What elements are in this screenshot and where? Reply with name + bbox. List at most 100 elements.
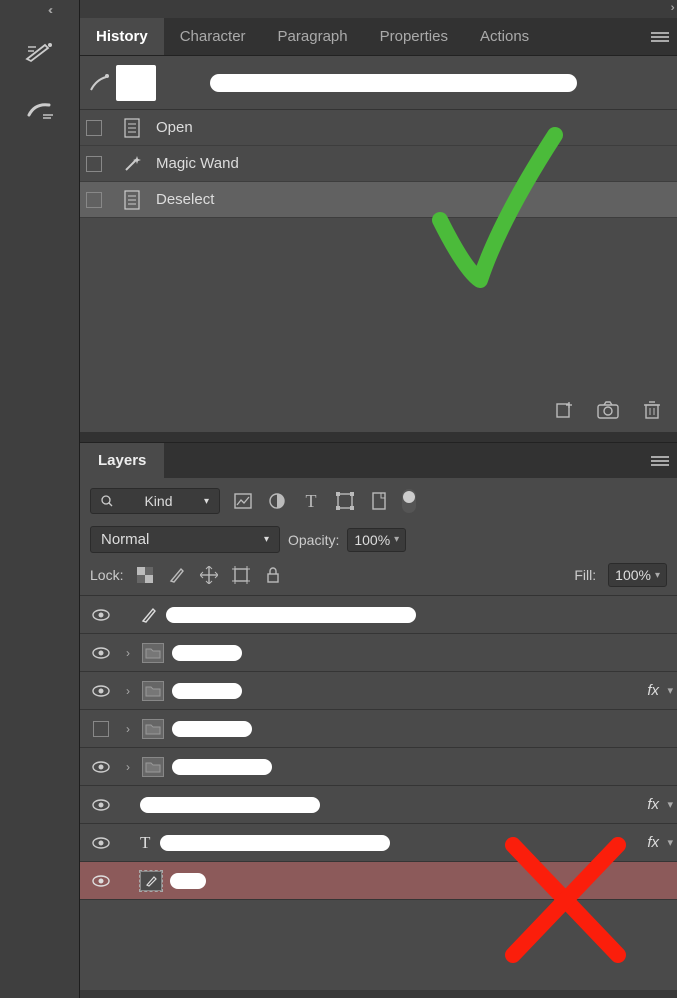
chevron-down-icon[interactable]: ▾ bbox=[667, 798, 673, 811]
lock-transparent-icon[interactable] bbox=[135, 565, 155, 585]
history-step-deselect[interactable]: Deselect bbox=[80, 182, 677, 218]
chevron-down-icon[interactable]: ▾ bbox=[667, 684, 673, 697]
history-footer bbox=[80, 388, 677, 432]
lock-label: Lock: bbox=[90, 567, 123, 583]
visibility-toggle[interactable] bbox=[90, 680, 112, 702]
brush-settings-icon[interactable] bbox=[22, 92, 58, 128]
tab-actions[interactable]: Actions bbox=[464, 18, 545, 55]
disclosure-icon[interactable]: › bbox=[126, 760, 138, 774]
visibility-toggle[interactable] bbox=[90, 794, 112, 816]
redacted-layer-name bbox=[172, 683, 242, 699]
redacted-layer-name bbox=[172, 759, 272, 775]
filter-smart-icon[interactable] bbox=[368, 490, 390, 512]
redacted-layer-name bbox=[160, 835, 390, 851]
opacity-input[interactable]: 100% ▾ bbox=[347, 528, 406, 552]
history-brush-icon bbox=[88, 72, 110, 94]
history-checkbox[interactable] bbox=[86, 120, 102, 136]
tab-character[interactable]: Character bbox=[164, 18, 262, 55]
snapshot-camera-icon[interactable] bbox=[597, 399, 619, 421]
new-doc-from-state-icon[interactable] bbox=[553, 399, 575, 421]
history-document-row[interactable] bbox=[80, 56, 677, 110]
filter-type-icon[interactable]: T bbox=[300, 490, 322, 512]
fx-badge[interactable]: fx bbox=[647, 834, 659, 851]
history-step-magic-wand[interactable]: Magic Wand bbox=[80, 146, 677, 182]
tab-history[interactable]: History bbox=[80, 18, 164, 55]
layers-panel-menu-icon[interactable] bbox=[643, 443, 677, 478]
folder-icon bbox=[142, 643, 164, 663]
blend-mode-dropdown[interactable]: Normal ▾ bbox=[90, 526, 280, 553]
folder-icon bbox=[142, 757, 164, 777]
filter-kind-dropdown[interactable]: Kind ▾ bbox=[90, 488, 220, 514]
filter-shape-icon[interactable] bbox=[334, 490, 356, 512]
filter-toggle[interactable] bbox=[402, 489, 416, 513]
document-thumbnail bbox=[116, 65, 156, 101]
search-icon bbox=[101, 495, 113, 507]
layer-thumbnail bbox=[140, 871, 162, 891]
redacted-layer-name bbox=[170, 873, 206, 889]
fx-badge[interactable]: fx bbox=[647, 682, 659, 699]
panel-menu-icon[interactable] bbox=[643, 18, 677, 55]
visibility-toggle[interactable] bbox=[90, 718, 112, 740]
lock-artboard-icon[interactable] bbox=[231, 565, 251, 585]
trash-icon[interactable] bbox=[641, 399, 663, 421]
chevron-down-icon: ▾ bbox=[264, 534, 269, 545]
redacted-layer-name bbox=[172, 645, 242, 661]
filter-adjustment-icon[interactable] bbox=[266, 490, 288, 512]
disclosure-icon[interactable]: › bbox=[126, 722, 138, 736]
tab-properties[interactable]: Properties bbox=[364, 18, 464, 55]
layer-row[interactable] bbox=[80, 596, 677, 634]
layer-row[interactable]: › bbox=[80, 710, 677, 748]
layer-row[interactable]: › bbox=[80, 634, 677, 672]
layer-row[interactable]: fx ▾ bbox=[80, 786, 677, 824]
history-checkbox[interactable] bbox=[86, 156, 102, 172]
visibility-toggle[interactable] bbox=[90, 870, 112, 892]
disclosure-icon[interactable]: › bbox=[126, 684, 138, 698]
visibility-toggle[interactable] bbox=[90, 832, 112, 854]
tab-layers[interactable]: Layers bbox=[80, 443, 164, 478]
tab-layers-label: Layers bbox=[98, 452, 146, 469]
opacity-label: Opacity: bbox=[288, 532, 339, 548]
tab-actions-label: Actions bbox=[480, 28, 529, 45]
collapse-left-icon[interactable]: ‹‹ bbox=[48, 3, 50, 17]
panel-titlebar: ›› bbox=[80, 0, 677, 18]
redacted-document-name bbox=[210, 74, 577, 92]
tab-character-label: Character bbox=[180, 28, 246, 45]
visibility-toggle[interactable] bbox=[90, 604, 112, 626]
layer-row[interactable]: › fx ▾ bbox=[80, 672, 677, 710]
type-layer-icon: T bbox=[140, 833, 150, 853]
file-icon bbox=[120, 116, 144, 140]
layer-filter-row: Kind ▾ T bbox=[90, 488, 667, 514]
tab-paragraph[interactable]: Paragraph bbox=[262, 18, 364, 55]
lock-all-icon[interactable] bbox=[263, 565, 283, 585]
history-step-open[interactable]: Open bbox=[80, 110, 677, 146]
tab-history-label: History bbox=[96, 28, 148, 45]
lock-image-icon[interactable] bbox=[167, 565, 187, 585]
layer-row[interactable]: T fx ▾ bbox=[80, 824, 677, 862]
history-checkbox[interactable] bbox=[86, 192, 102, 208]
disclosure-icon[interactable]: › bbox=[126, 646, 138, 660]
fill-input[interactable]: 100% ▾ bbox=[608, 563, 667, 587]
brush-icon bbox=[140, 606, 158, 624]
filter-pixel-icon[interactable] bbox=[232, 490, 254, 512]
fx-badge[interactable]: fx bbox=[647, 796, 659, 813]
layers-panel-tabs: Layers bbox=[80, 442, 677, 478]
visibility-toggle[interactable] bbox=[90, 642, 112, 664]
tab-properties-label: Properties bbox=[380, 28, 448, 45]
lock-row: Lock: Fill: 100% ▾ bbox=[90, 563, 667, 587]
redacted-layer-name bbox=[140, 797, 320, 813]
chevron-down-icon[interactable]: ▾ bbox=[667, 836, 673, 849]
layer-row[interactable]: › bbox=[80, 748, 677, 786]
fill-label: Fill: bbox=[574, 567, 596, 583]
file-icon bbox=[120, 188, 144, 212]
lock-position-icon[interactable] bbox=[199, 565, 219, 585]
magic-wand-icon bbox=[120, 152, 144, 176]
blend-mode-value: Normal bbox=[101, 531, 149, 548]
redacted-layer-name bbox=[166, 607, 416, 623]
chevron-down-icon: ▾ bbox=[394, 534, 399, 545]
panels-area: ›› History Character Paragraph Propertie… bbox=[80, 0, 677, 998]
history-step-label: Open bbox=[156, 119, 193, 136]
visibility-toggle[interactable] bbox=[90, 756, 112, 778]
layer-row-selected[interactable] bbox=[80, 862, 677, 900]
brushes-panel-icon[interactable] bbox=[22, 34, 58, 70]
history-empty-area bbox=[80, 218, 677, 388]
